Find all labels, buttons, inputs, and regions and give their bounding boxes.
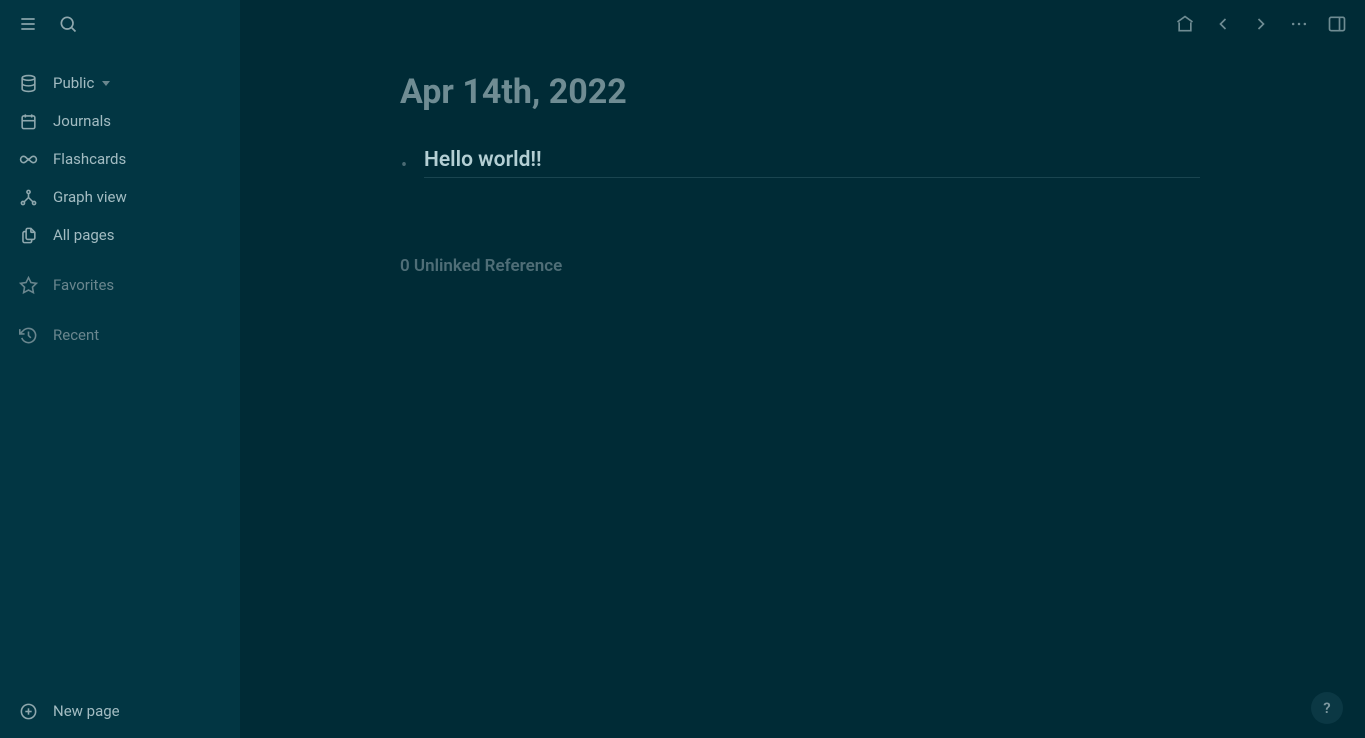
sidebar-item-label: Flashcards bbox=[53, 150, 126, 168]
database-icon bbox=[18, 73, 38, 93]
history-icon bbox=[18, 325, 38, 345]
main: Apr 14th, 2022 • Hello world!! 0 Unlinke… bbox=[240, 0, 1365, 738]
back-icon[interactable] bbox=[1213, 14, 1233, 34]
sidebar-item-favorites[interactable]: Favorites bbox=[0, 266, 240, 304]
star-icon bbox=[18, 275, 38, 295]
help-button[interactable]: ? bbox=[1311, 692, 1343, 724]
page-content: Apr 14th, 2022 • Hello world!! 0 Unlinke… bbox=[240, 0, 1200, 276]
sidebar-item-journals[interactable]: Journals bbox=[0, 102, 240, 140]
sidebar-item-label: Favorites bbox=[53, 276, 114, 294]
menu-icon[interactable] bbox=[18, 14, 38, 34]
sidebar-item-recent[interactable]: Recent bbox=[0, 316, 240, 354]
plus-circle-icon bbox=[18, 701, 38, 721]
new-page-button[interactable]: New page bbox=[0, 692, 240, 730]
sidebar-item-label: Recent bbox=[53, 326, 99, 344]
search-icon[interactable] bbox=[58, 14, 78, 34]
files-icon bbox=[18, 225, 38, 245]
sidebar-item-flashcards[interactable]: Flashcards bbox=[0, 140, 240, 178]
hierarchy-icon bbox=[18, 187, 38, 207]
sidebar-item-label: All pages bbox=[53, 226, 115, 244]
block-row: • Hello world!! bbox=[400, 148, 1200, 178]
forward-icon[interactable] bbox=[1251, 14, 1271, 34]
page-title[interactable]: Apr 14th, 2022 bbox=[400, 72, 1200, 112]
sidebar-top bbox=[0, 0, 240, 48]
sidebar: Public Journals Flashcards Graph view bbox=[0, 0, 240, 738]
right-sidebar-icon[interactable] bbox=[1327, 14, 1347, 34]
sidebar-item-label: Graph view bbox=[53, 188, 127, 206]
unlinked-references[interactable]: 0 Unlinked Reference bbox=[400, 256, 1200, 276]
home-icon[interactable] bbox=[1175, 14, 1195, 34]
new-page-label: New page bbox=[53, 702, 120, 720]
infinity-icon bbox=[18, 149, 38, 169]
sidebar-item-allpages[interactable]: All pages bbox=[0, 216, 240, 254]
more-icon[interactable] bbox=[1289, 14, 1309, 34]
calendar-icon bbox=[18, 111, 38, 131]
sidebar-item-graphview[interactable]: Graph view bbox=[0, 178, 240, 216]
graph-name-label: Public bbox=[53, 74, 94, 92]
sidebar-item-label: Journals bbox=[53, 112, 111, 130]
topbar bbox=[1157, 0, 1365, 48]
graph-dropdown[interactable]: Public bbox=[53, 74, 110, 92]
sidebar-nav: Public Journals Flashcards Graph view bbox=[0, 48, 240, 354]
bullet-icon[interactable]: • bbox=[400, 148, 424, 175]
sidebar-item-graph[interactable]: Public bbox=[0, 64, 240, 102]
sidebar-bottom: New page bbox=[0, 692, 240, 738]
block-editor[interactable]: Hello world!! bbox=[424, 148, 1200, 178]
caret-down-icon bbox=[102, 81, 110, 86]
